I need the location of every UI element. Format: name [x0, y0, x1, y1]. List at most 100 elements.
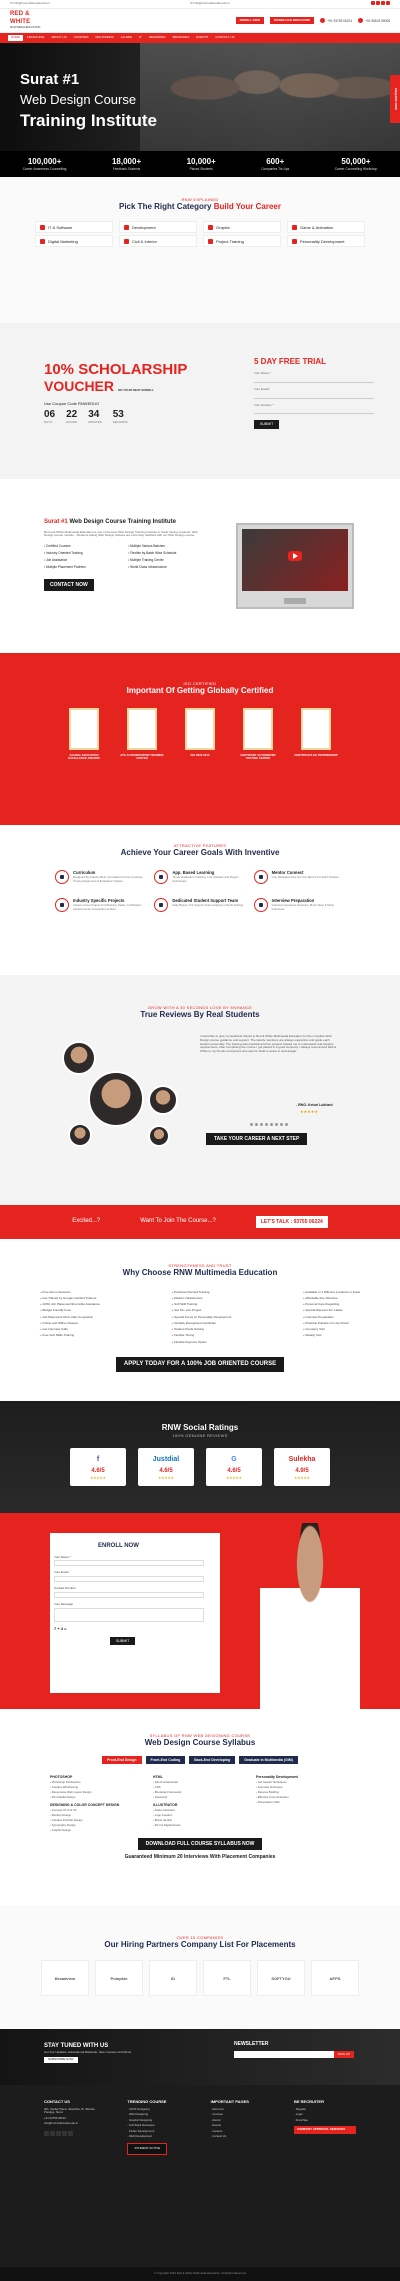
category-personality[interactable]: Personality Development — [287, 235, 365, 247]
linkedin-icon[interactable] — [386, 1, 390, 6]
nav-it[interactable]: IT — [136, 35, 145, 41]
message-textarea[interactable] — [54, 1607, 204, 1622]
email-field[interactable] — [254, 391, 374, 399]
youtube-icon[interactable] — [381, 1, 385, 6]
linkedin-icon[interactable] — [68, 2130, 73, 2136]
category-it-software[interactable]: IT & Software — [35, 221, 113, 233]
nav-about[interactable]: ABOUT US — [48, 35, 69, 41]
email-input[interactable] — [54, 1576, 204, 1582]
footer-link[interactable]: Flutter Development — [127, 2129, 189, 2133]
nav-contact[interactable]: CONTACT US — [212, 35, 237, 41]
submit-button[interactable]: SUBMIT — [110, 1636, 136, 1645]
footer-email[interactable]: Info@rnwmultimedia.edu.in — [44, 2121, 106, 2125]
play-icon[interactable] — [288, 551, 302, 562]
footer-link[interactable]: Web Development — [127, 2134, 189, 2138]
name-field[interactable] — [254, 375, 374, 383]
name-input[interactable] — [54, 1560, 204, 1567]
partner-logo[interactable]: Broadview — [41, 1960, 89, 1996]
contact-now-button[interactable]: CONTACT NOW — [44, 579, 94, 592]
carousel-dots[interactable] — [250, 1123, 288, 1126]
footer-link[interactable]: Graphic Designing — [127, 2118, 189, 2122]
enquire-now-tab[interactable]: ENQUIRE NOW — [390, 75, 400, 123]
partner-logo[interactable]: SOFTYOU — [257, 1960, 305, 1996]
facebook-icon[interactable] — [371, 1, 375, 6]
category-game-animation[interactable]: Game & Animation — [287, 221, 365, 233]
download-brochure-button[interactable]: DOWNLOAD BROCHURE — [270, 16, 315, 25]
footer-link[interactable]: Web Designing — [127, 2112, 189, 2116]
certificate-card[interactable]: ATC AUTHORIZATION TRAINING CENTER — [119, 708, 165, 761]
student-avatar[interactable] — [62, 1041, 96, 1075]
phone-info-1[interactable]: +91 93755 06224 — [320, 18, 352, 23]
footer-link[interactable]: Login — [294, 2112, 356, 2116]
partner-logo[interactable]: FTL — [203, 1960, 251, 1996]
category-graphic[interactable]: Graphic — [203, 221, 281, 233]
dot[interactable] — [255, 1123, 258, 1126]
footer-link[interactable]: About Us — [211, 2107, 273, 2111]
topbar-email-right[interactable]: ✉ Info@rnwmultimedia.edu.in — [190, 1, 230, 6]
nav-alumni[interactable]: ALUMNI — [118, 35, 135, 41]
sign-up-button[interactable]: SIGN UP — [333, 2051, 354, 2059]
youtube-icon[interactable] — [62, 2130, 67, 2136]
nav-events[interactable]: EVENTS — [193, 35, 211, 41]
newsletter-email-input[interactable]: SIGN UP — [234, 2051, 354, 2059]
dot[interactable] — [275, 1123, 278, 1126]
call-button[interactable]: LET'S TALK : 93755 06224 — [255, 1215, 328, 1229]
footer-link[interactable]: Contact Us — [211, 2134, 273, 2138]
instagram-icon[interactable] — [376, 1, 380, 6]
twitter-icon[interactable] — [50, 2130, 55, 2136]
student-avatar[interactable] — [68, 1123, 92, 1147]
student-avatar[interactable] — [148, 1085, 178, 1115]
rating-card-google[interactable]: G 4.6/5 ★★★★★ — [206, 1448, 262, 1486]
footer-link[interactable]: UI/UX Designing — [127, 2107, 189, 2111]
tab-front-end-coding[interactable]: Front-End Coding — [145, 1756, 186, 1765]
nav-home[interactable]: HOME — [8, 35, 23, 41]
certificate-card[interactable]: CERTIFICATE OF PARTNERSHIP — [293, 708, 339, 761]
phone-field[interactable] — [254, 407, 374, 415]
subscribe-button[interactable]: SUBSCRIBE NOW — [44, 2057, 78, 2063]
dot[interactable] — [250, 1123, 253, 1126]
nav-multimedia[interactable]: MULTIMEDIA — [92, 35, 116, 41]
approval-services[interactable]: COMPANY APPROVAL SERVICES — [293, 2126, 356, 2135]
footer-link[interactable]: Events — [211, 2123, 273, 2127]
tab-front-end-design[interactable]: Front-End Design — [102, 1756, 142, 1765]
footer-phone[interactable]: +91 93755 06224 — [44, 2116, 106, 2120]
dot[interactable] — [285, 1123, 288, 1126]
submit-button[interactable]: SUBMIT — [254, 420, 280, 429]
nav-branches[interactable]: BRANCHES — [170, 35, 193, 41]
topbar-email[interactable]: ✉ Info@rnwmultimedia.edu.in — [10, 1, 50, 6]
certificate-card[interactable]: CERTIPORT AUTHORIZED TESTING CENTER — [235, 708, 281, 761]
tab-gim[interactable]: Graduate in Multimedia (GIM) — [239, 1756, 298, 1765]
next-step-button[interactable]: TAKE YOUR CAREER A NEXT STEP — [206, 1133, 308, 1146]
video-player[interactable] — [236, 523, 354, 609]
rating-card-sulekha[interactable]: Sulekha 4.9/5 ★★★★★ — [274, 1448, 330, 1486]
rating-card-facebook[interactable]: f 4.6/5 ★★★★★ — [70, 1448, 126, 1486]
apply-today-button[interactable]: APPLY TODAY FOR A 100% JOB ORIENTED COUR… — [115, 1356, 285, 1373]
facebook-icon[interactable] — [44, 2130, 49, 2136]
nav-courses[interactable]: COURSES — [71, 35, 92, 41]
logo[interactable]: RED & WHITE MULTIMEDIA EDUCATION — [10, 11, 44, 29]
footer-link[interactable]: Careers — [211, 2129, 273, 2133]
student-avatar-main[interactable] — [88, 1071, 144, 1127]
student-avatar[interactable] — [148, 1125, 170, 1147]
partner-logo[interactable]: APPS — [311, 1960, 359, 1996]
dot[interactable] — [280, 1123, 283, 1126]
download-syllabus-button[interactable]: DOWNLOAD FULL COURSE SYLLABUS NOW — [137, 1838, 263, 1851]
contact-input[interactable] — [54, 1591, 204, 1598]
dot[interactable] — [265, 1123, 268, 1126]
footer-link[interactable]: Register — [294, 2107, 356, 2111]
nav-franchise[interactable]: FRANCHISE — [24, 35, 47, 41]
enroll-now-button[interactable]: ENROLL NOW — [235, 16, 265, 25]
tab-back-end[interactable]: Back-End Developing — [189, 1756, 236, 1765]
nav-designing[interactable]: DESIGNING — [146, 35, 169, 41]
category-project-training[interactable]: Project Training — [203, 235, 281, 247]
category-civil-interior[interactable]: Civil & Interior — [119, 235, 197, 247]
footer-link[interactable]: Full Stack Developer — [127, 2123, 189, 2127]
phone-info-2[interactable]: +91 96624 59008 — [358, 18, 390, 23]
dot[interactable] — [260, 1123, 263, 1126]
category-digital-marketing[interactable]: Digital Marketing — [35, 235, 113, 247]
certificate-card[interactable]: ISO 9001:2015 — [177, 708, 223, 761]
instagram-icon[interactable] — [56, 2130, 61, 2136]
dot[interactable] — [270, 1123, 273, 1126]
footer-link[interactable]: Franchise — [294, 2118, 356, 2122]
rating-card-justdial[interactable]: Justdial 4.6/5 ★★★★★ — [138, 1448, 194, 1486]
